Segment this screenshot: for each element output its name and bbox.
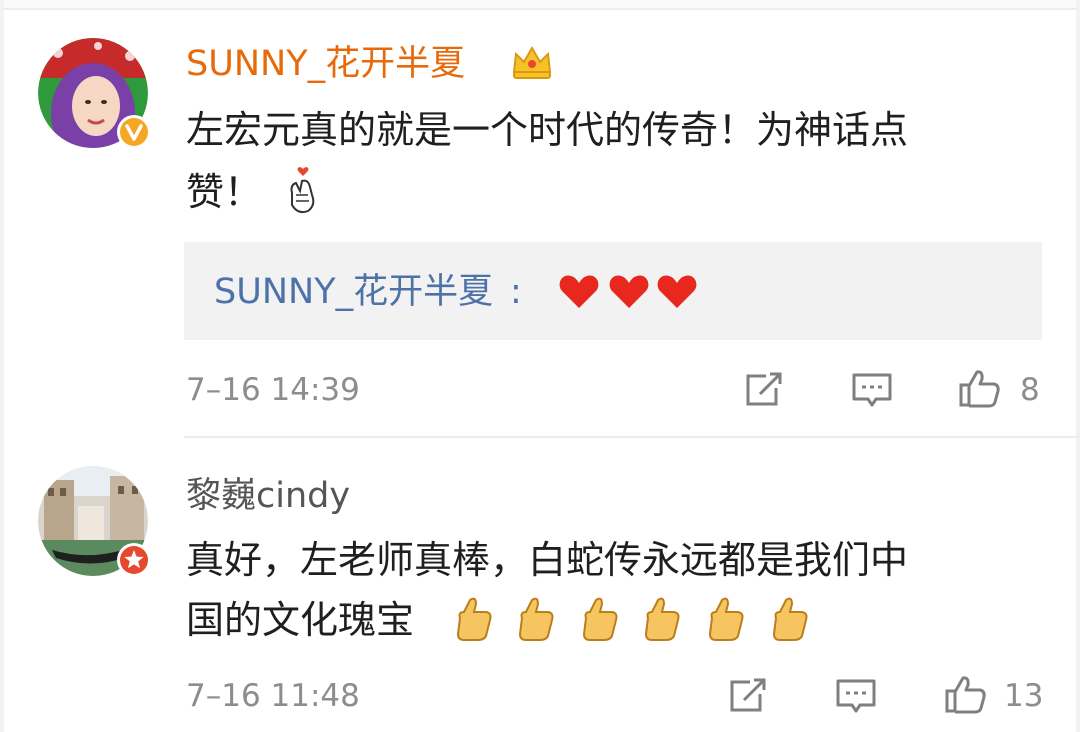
comment-text-line2: 赞！ bbox=[186, 170, 263, 214]
comment-bubble-icon[interactable] bbox=[834, 676, 878, 716]
thumbs-up-icon[interactable] bbox=[958, 368, 1002, 408]
verified-badge-icon bbox=[117, 115, 151, 149]
avatar[interactable] bbox=[38, 38, 151, 149]
star-badge-icon bbox=[117, 543, 151, 577]
like-count: 13 bbox=[1004, 678, 1044, 714]
heart-emoji-icon bbox=[657, 275, 697, 308]
thumbs-up-emoji-icon bbox=[518, 597, 554, 641]
reply-username[interactable]: SUNNY_花开半夏 bbox=[214, 270, 493, 314]
heart-emoji-icon bbox=[559, 275, 599, 308]
comment-item: 黎巍cindy 真好，左老师真棒，白蛇传永远都是我们中 国的文化瑰宝 7–16 … bbox=[0, 438, 1080, 732]
avatar[interactable] bbox=[38, 466, 151, 577]
heart-emoji-icon bbox=[609, 275, 649, 308]
comment-bubble-icon[interactable] bbox=[850, 370, 894, 410]
thumbs-up-icon[interactable] bbox=[944, 674, 988, 714]
reply-box[interactable]: SUNNY_花开半夏 : bbox=[184, 242, 1042, 340]
thumbs-up-emoji-icon bbox=[772, 597, 808, 641]
comment-time: 7–16 11:48 bbox=[186, 678, 360, 714]
finger-heart-emoji-icon bbox=[290, 167, 315, 214]
comment-item: SUNNY_花开半夏 左宏元真的就是一个时代的传奇！为神话点 赞！ SUNNY_… bbox=[0, 0, 1080, 436]
thumbs-up-emoji-icon bbox=[708, 597, 744, 641]
crown-icon bbox=[512, 45, 552, 79]
thumbs-up-emoji-icon bbox=[456, 597, 492, 641]
comment-text-line1: 左宏元真的就是一个时代的传奇！为神话点 bbox=[186, 108, 909, 152]
reply-colon: : bbox=[510, 272, 522, 312]
comment-time: 7–16 14:39 bbox=[186, 372, 360, 408]
comment-text-line1: 真好，左老师真棒，白蛇传永远都是我们中 bbox=[186, 538, 909, 582]
thumbs-up-emoji-icon bbox=[582, 597, 618, 641]
comment-username[interactable]: SUNNY_花开半夏 bbox=[186, 42, 465, 86]
share-edit-icon[interactable] bbox=[742, 370, 786, 410]
share-edit-icon[interactable] bbox=[726, 676, 770, 716]
thumbs-up-emoji-icon bbox=[644, 597, 680, 641]
comment-text-line2: 国的文化瑰宝 bbox=[186, 598, 415, 642]
like-count: 8 bbox=[1020, 372, 1040, 408]
comment-username[interactable]: 黎巍cindy bbox=[186, 474, 350, 518]
